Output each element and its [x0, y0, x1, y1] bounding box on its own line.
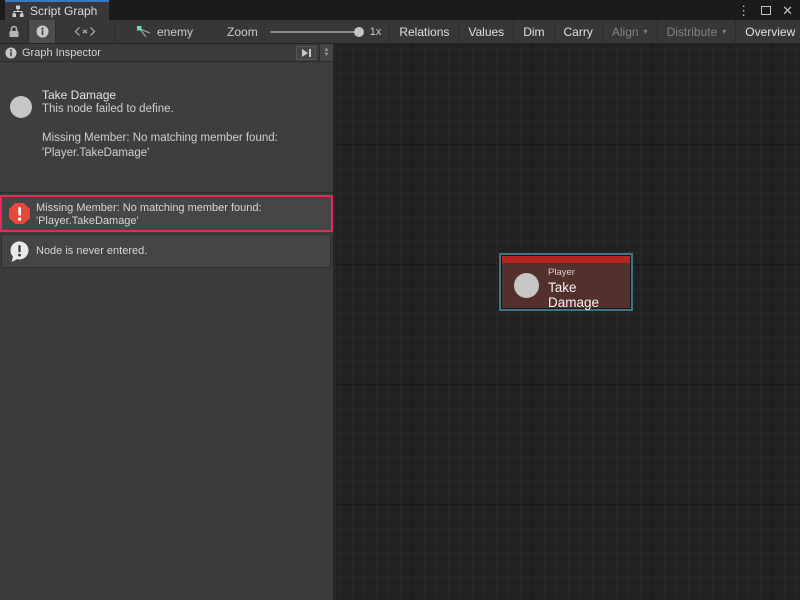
- graph-pointer-icon: [137, 26, 151, 38]
- toolbar-left-group: enemy Zoom 1x: [0, 20, 381, 43]
- tab-label: Script Graph: [30, 4, 97, 18]
- warning-message: Node is never entered.: [36, 245, 147, 257]
- close-icon[interactable]: ✕: [782, 4, 793, 17]
- inspector-toggle-button[interactable]: [28, 20, 56, 43]
- dock-panel-button[interactable]: [296, 46, 316, 60]
- script-graph-window: Script Graph ⋮ ✕: [0, 0, 800, 600]
- graph-toolbar: enemy Zoom 1x Relations Values Dim Carry: [0, 20, 800, 44]
- values-button[interactable]: Values: [458, 20, 513, 43]
- error-message-line2: 'Player.TakeDamage': [36, 215, 139, 227]
- info-icon: [36, 25, 49, 38]
- tab-script-graph[interactable]: Script Graph: [5, 0, 109, 20]
- panel-title: Graph Inspector: [22, 47, 296, 59]
- info-icon: [5, 47, 17, 59]
- take-damage-node[interactable]: Player Take Damage: [499, 253, 633, 311]
- code-brackets-icon: [74, 26, 96, 37]
- chevron-down-icon: ▾: [644, 27, 648, 36]
- window-controls: ⋮ ✕: [737, 0, 793, 20]
- scroll-down-icon[interactable]: ▼: [324, 53, 330, 58]
- code-view-button[interactable]: [56, 20, 114, 43]
- node-info-section: Take Damage This node failed to define. …: [0, 63, 333, 193]
- distribute-dropdown: Distribute ▾: [657, 20, 736, 43]
- graph-hierarchy-icon: [12, 5, 24, 17]
- title-bar: Script Graph ⋮ ✕: [0, 0, 800, 20]
- zoom-value: 1x: [370, 26, 382, 38]
- graph-reference[interactable]: enemy: [137, 25, 193, 39]
- zoom-label: Zoom: [227, 25, 258, 39]
- graph-canvas[interactable]: Player Take Damage: [336, 44, 800, 600]
- node-icon: [514, 273, 539, 298]
- lock-button[interactable]: [0, 20, 28, 43]
- node-error-header-strip: [502, 256, 630, 263]
- relations-button[interactable]: Relations: [389, 20, 458, 43]
- graph-inspector-header: Graph Inspector ▲ ▼: [0, 44, 333, 62]
- align-dropdown: Align ▾: [602, 20, 657, 43]
- dim-button[interactable]: Dim: [513, 20, 553, 43]
- warning-bubble-icon: [9, 241, 30, 263]
- lock-icon: [8, 25, 20, 38]
- missing-member-error[interactable]: Missing Member: No matching member found…: [0, 195, 333, 232]
- carry-button[interactable]: Carry: [554, 20, 602, 43]
- toolbar-divider: [114, 20, 115, 44]
- dock-right-icon: [301, 48, 312, 58]
- never-entered-warning[interactable]: Node is never entered.: [1, 234, 331, 268]
- zoom-slider[interactable]: [270, 31, 362, 33]
- maximize-icon[interactable]: [761, 6, 771, 15]
- node-error-detail-line1: Missing Member: No matching member found…: [42, 132, 278, 144]
- node-target-label: Player: [548, 267, 575, 278]
- zoom-control: Zoom 1x: [227, 25, 381, 39]
- error-message-line1: Missing Member: No matching member found…: [36, 202, 262, 214]
- graph-reference-label: enemy: [157, 25, 193, 39]
- chevron-down-icon: ▾: [722, 27, 726, 36]
- panel-scroll-stepper[interactable]: ▲ ▼: [319, 44, 333, 61]
- node-type-icon: [10, 96, 32, 118]
- menu-kebab-icon[interactable]: ⋮: [737, 4, 750, 17]
- node-status-text: This node failed to define.: [42, 103, 174, 115]
- node-title: Take Damage: [42, 88, 116, 102]
- graph-inspector-panel: Graph Inspector ▲ ▼ Take Damage This nod…: [0, 44, 333, 600]
- error-octagon-icon: [9, 203, 30, 224]
- toolbar-right-group: Relations Values Dim Carry Align ▾ Distr…: [389, 20, 800, 43]
- node-error-detail-line2: 'Player.TakeDamage': [42, 147, 149, 159]
- node-title-label: Take Damage: [548, 280, 631, 310]
- overview-button[interactable]: Overview: [735, 20, 800, 43]
- zoom-slider-knob[interactable]: [354, 27, 364, 37]
